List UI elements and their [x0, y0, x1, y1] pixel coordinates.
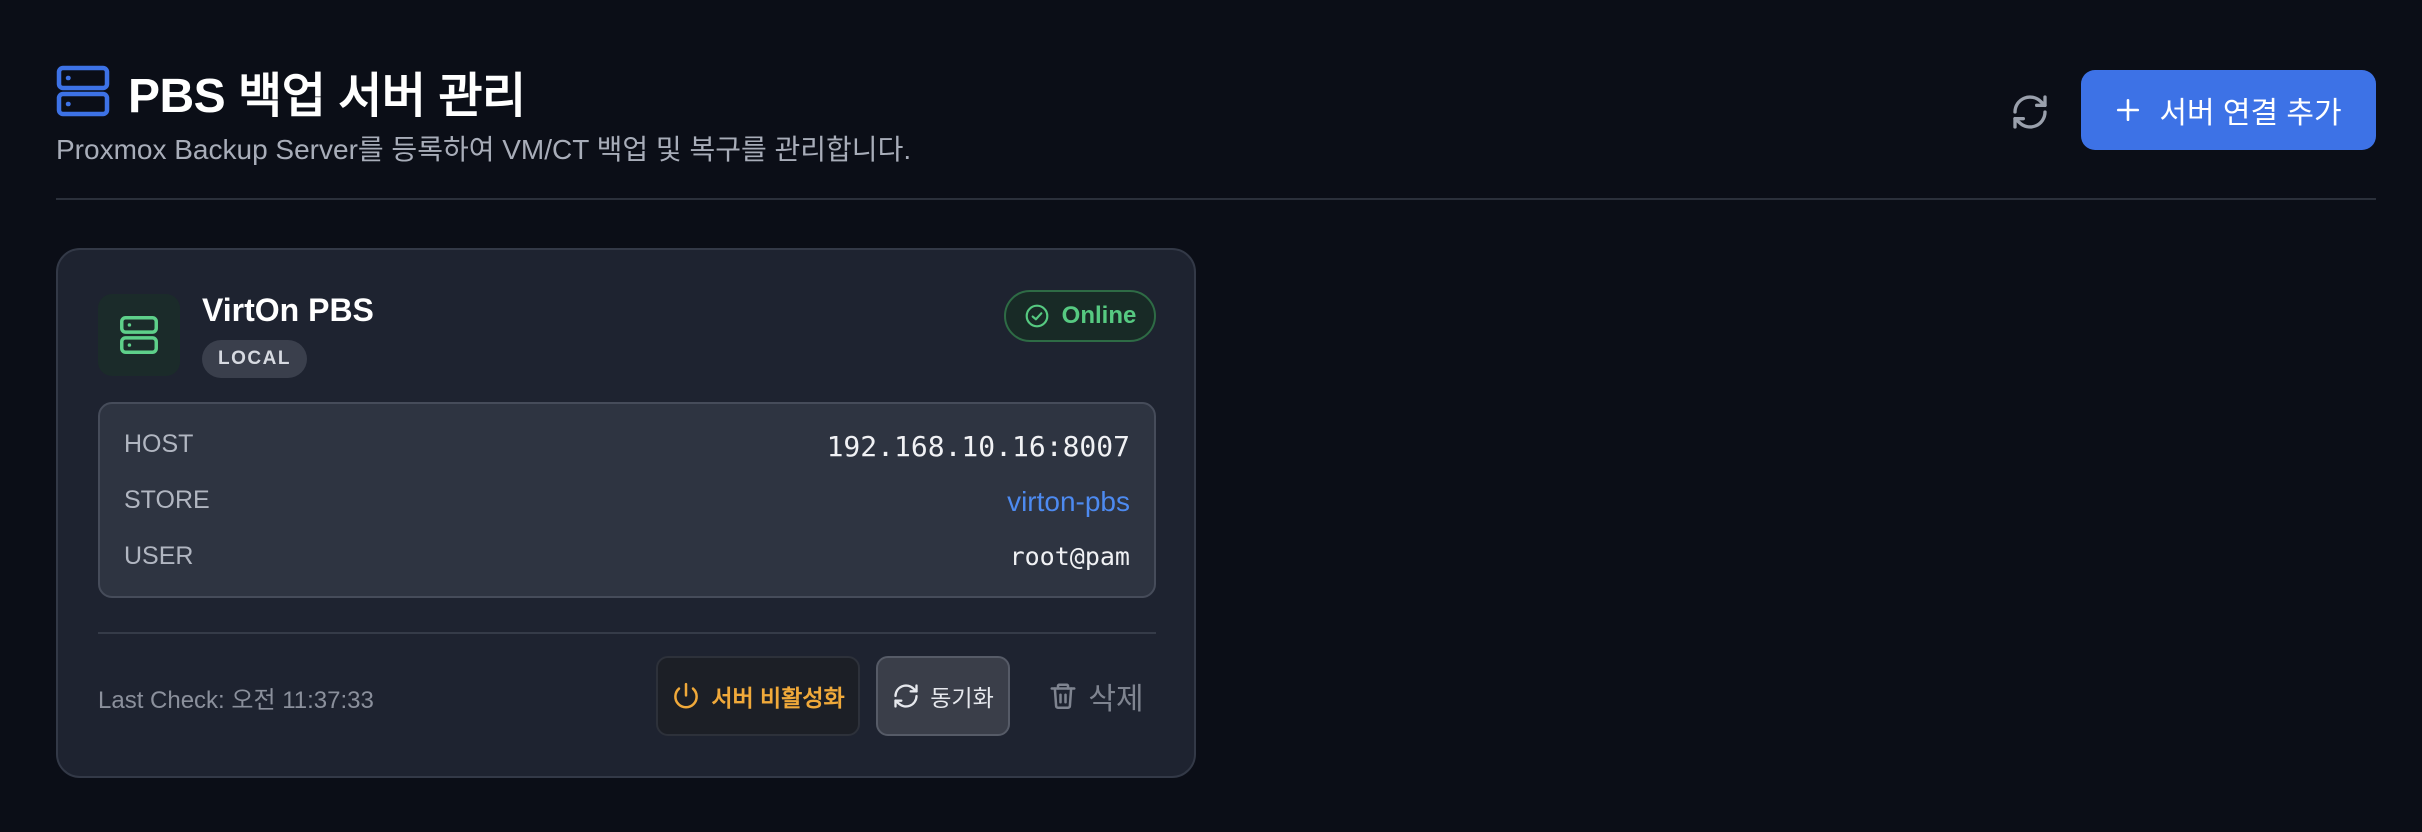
- header-divider: [56, 198, 2376, 200]
- sync-icon: [894, 684, 918, 708]
- delete-label: 삭제: [1088, 683, 1144, 716]
- server-name: VirtOn PBS: [202, 292, 374, 328]
- disable-server-button[interactable]: 서버 비활성화: [656, 656, 860, 736]
- status-badge: Online: [1004, 290, 1156, 342]
- plus-icon: [2117, 98, 2140, 122]
- add-server-connection-label: 서버 연결 추가: [2159, 97, 2342, 130]
- host-label: HOST: [124, 430, 194, 458]
- delete-button[interactable]: 삭제: [1036, 656, 1156, 736]
- store-label: STORE: [124, 486, 210, 514]
- server-stack-icon: [56, 64, 110, 118]
- user-value: root@pam: [1009, 542, 1130, 571]
- server-card: VirtOn PBS LOCAL Online HOST 192.168.10.…: [56, 248, 1196, 778]
- power-icon: [674, 682, 699, 709]
- refresh-icon: [2013, 95, 2047, 129]
- info-row-host: HOST 192.168.10.16:8007: [100, 430, 1154, 470]
- check-circle-icon: [1025, 304, 1049, 328]
- server-info-panel: HOST 192.168.10.16:8007 STORE virton-pbs…: [98, 402, 1156, 598]
- disable-server-label: 서버 비활성화: [711, 685, 845, 711]
- server-icon-box: [98, 294, 180, 376]
- refresh-button[interactable]: [2002, 84, 2058, 140]
- server-type-badge: LOCAL: [202, 340, 307, 378]
- sync-button[interactable]: 동기화: [876, 656, 1010, 736]
- page: PBS 백업 서버 관리 Proxmox Backup Server를 등록하여…: [56, 0, 2376, 832]
- trash-icon: [1050, 683, 1076, 710]
- add-server-connection-button[interactable]: 서버 연결 추가: [2081, 70, 2376, 150]
- info-row-user: USER root@pam: [100, 542, 1154, 582]
- user-label: USER: [124, 542, 194, 570]
- page-subtitle: Proxmox Backup Server를 등록하여 VM/CT 백업 및 복…: [56, 134, 912, 165]
- status-label: Online: [1061, 302, 1137, 329]
- host-value: 192.168.10.16:8007: [826, 430, 1130, 463]
- sync-label: 동기화: [930, 685, 994, 711]
- card-divider: [98, 632, 1156, 634]
- server-icon: [120, 316, 158, 354]
- store-link[interactable]: virton-pbs: [1007, 486, 1130, 518]
- page-header: PBS 백업 서버 관리 Proxmox Backup Server를 등록하여…: [56, 56, 2376, 176]
- info-row-store: STORE virton-pbs: [100, 486, 1154, 526]
- last-check-time: Last Check: 오전 11:37:33: [98, 687, 374, 714]
- page-title: PBS 백업 서버 관리: [128, 70, 526, 123]
- title-row: PBS 백업 서버 관리: [56, 56, 526, 126]
